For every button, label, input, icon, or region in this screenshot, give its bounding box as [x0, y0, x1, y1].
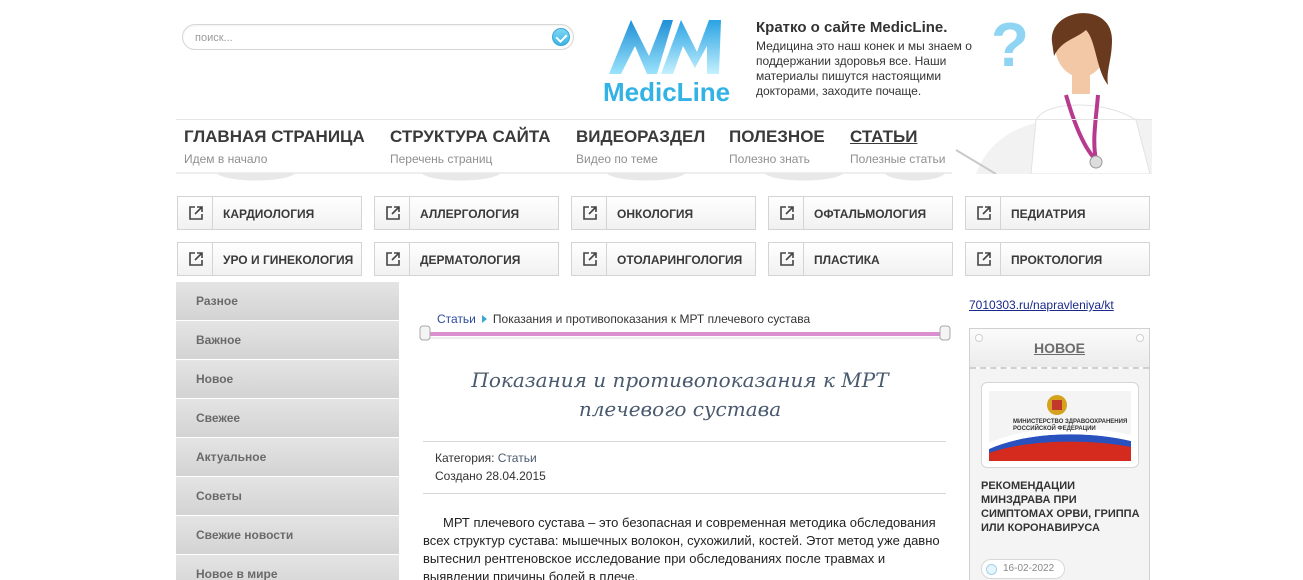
search-bar: [182, 24, 574, 50]
search-submit-icon[interactable]: [552, 28, 570, 46]
nav-structure-sub: Перечень страниц: [390, 152, 493, 166]
category-cardiology[interactable]: КАРДИОЛОГИЯ: [177, 196, 362, 230]
sidebar-item-label: Разное: [196, 294, 238, 308]
category-label: ПЛАСТИКА: [814, 253, 880, 267]
category-pediatrics[interactable]: ПЕДИАТРИЯ: [965, 196, 1150, 230]
category-otolaryngology[interactable]: ОТОЛАРИНГОЛОГИЯ: [571, 242, 756, 276]
external-link-icon: [178, 243, 213, 275]
sidebar-item-important[interactable]: Важное: [176, 321, 399, 360]
nav-useful-sub: Полезно знать: [729, 152, 810, 166]
sidebar-item-world-news[interactable]: Новое в мире: [176, 555, 399, 580]
nav-home-label: ГЛАВНАЯ СТРАНИЦА: [184, 127, 365, 146]
category-plastic[interactable]: ПЛАСТИКА: [768, 242, 953, 276]
category-proctology[interactable]: ПРОКТОЛОГИЯ: [965, 242, 1150, 276]
external-link-icon: [769, 197, 804, 229]
article-created: Создано 28.04.2015: [435, 469, 546, 483]
sidebar-item-fresh-news[interactable]: Свежие новости: [176, 516, 399, 555]
category-allergology[interactable]: АЛЛЕРГОЛОГИЯ: [374, 196, 559, 230]
nav-structure[interactable]: СТРУКТУРА САЙТА Перечень страниц: [390, 127, 550, 166]
decorative-slider: [419, 325, 951, 341]
category-label: УРО И ГИНЕКОЛОГИЯ: [223, 253, 354, 267]
article-body: МРТ плечевого сустава – это безопасная и…: [423, 515, 940, 580]
category-label: Категория:: [435, 451, 495, 465]
nav-structure-label: СТРУКТУРА САЙТА: [390, 127, 551, 146]
sidebar-item-label: Важное: [196, 333, 242, 347]
nav-articles-sub: Полезные статьи: [850, 152, 946, 166]
clock-icon: [986, 564, 997, 575]
external-link-icon: [769, 243, 804, 275]
nav-divider: [176, 119, 1152, 120]
nav-shadow: [176, 172, 952, 181]
search-input[interactable]: [195, 30, 535, 46]
news-header: НОВОЕ: [970, 329, 1149, 369]
news-widget: НОВОЕ МИНИСТЕРСТВО ЗДРАВООХРАНЕНИЯ РОССИ…: [969, 328, 1150, 580]
news-image[interactable]: МИНИСТЕРСТВО ЗДРАВООХРАНЕНИЯ РОССИЙСКОЙ …: [981, 382, 1139, 468]
category-dermatology[interactable]: ДЕРМАТОЛОГИЯ: [374, 242, 559, 276]
category-label: ПРОКТОЛОГИЯ: [1011, 253, 1103, 267]
news-date: 16-02-2022: [1003, 563, 1055, 574]
external-link-icon: [966, 243, 1001, 275]
sidebar-item-new[interactable]: Новое: [176, 360, 399, 399]
external-link-icon: [572, 243, 607, 275]
sidebar-item-label: Свежее: [196, 411, 241, 425]
news-date-badge: 16-02-2022: [981, 559, 1065, 579]
nav-video-sub: Видео по теме: [576, 152, 658, 166]
sidebar-item-label: Новое в мире: [196, 567, 278, 580]
article-category-row: Категория: Статьи: [435, 449, 946, 467]
external-link-icon: [572, 197, 607, 229]
category-uro-gynecology[interactable]: УРО И ГИНЕКОЛОГИЯ: [177, 242, 362, 276]
category-link[interactable]: Статьи: [498, 451, 537, 465]
site-logo[interactable]: MedicLine: [601, 16, 731, 107]
page: MedicLine Кратко о сайте MedicLine. Меди…: [176, 0, 1152, 580]
article-title: Показания и противопоказания к МРТ плече…: [471, 368, 889, 421]
doctor-illustration: [955, 13, 1152, 174]
category-oncology[interactable]: ОНКОЛОГИЯ: [571, 196, 756, 230]
category-label: ОНКОЛОГИЯ: [617, 207, 694, 221]
nav-articles[interactable]: СТАТЬИ Полезные статьи: [850, 127, 945, 166]
category-label: ОТОЛАРИНГОЛОГИЯ: [617, 253, 743, 267]
category-label: ОФТАЛЬМОЛОГИЯ: [814, 207, 927, 221]
nav-articles-label: СТАТЬИ: [850, 127, 918, 146]
category-label: ПЕДИАТРИЯ: [1011, 207, 1086, 221]
ministry-banner: МИНИСТЕРСТВО ЗДРАВООХРАНЕНИЯ РОССИЙСКОЙ …: [989, 391, 1131, 461]
sidebar-item-fresh[interactable]: Свежее: [176, 399, 399, 438]
nav-useful-label: ПОЛЕЗНОЕ: [729, 127, 825, 146]
external-link-icon: [966, 197, 1001, 229]
logo-m-icon: [609, 20, 721, 74]
category-ophthalmology[interactable]: ОФТАЛЬМОЛОГИЯ: [768, 196, 953, 230]
external-link-icon: [375, 243, 410, 275]
external-link[interactable]: 7010303.ru/napravleniya/kt: [969, 298, 1114, 312]
sidebar-item-label: Актуальное: [196, 450, 267, 464]
breadcrumb-arrow-icon: [481, 315, 487, 323]
sidebar-item-tips[interactable]: Советы: [176, 477, 399, 516]
sidebar-item-misc[interactable]: Разное: [176, 282, 399, 321]
nav-home[interactable]: ГЛАВНАЯ СТРАНИЦА Идем в начало: [184, 127, 365, 166]
ministry-caption: МИНИСТЕРСТВО ЗДРАВООХРАНЕНИЯ РОССИЙСКОЙ …: [1013, 419, 1128, 432]
news-title[interactable]: РЕКОМЕНДАЦИИ МИНЗДРАВА ПРИ СИМПТОМАХ ОРВ…: [981, 479, 1141, 535]
external-link-icon: [375, 197, 410, 229]
sidebar-item-label: Новое: [196, 372, 234, 386]
sidebar-item-actual[interactable]: Актуальное: [176, 438, 399, 477]
nav-useful[interactable]: ПОЛЕЗНОЕ Полезно знать: [729, 127, 825, 166]
sidebar-item-label: Свежие новости: [196, 528, 294, 542]
nav-video-label: ВИДЕОРАЗДЕЛ: [576, 127, 706, 146]
sidebar-item-label: Советы: [196, 489, 242, 503]
category-label: КАРДИОЛОГИЯ: [223, 207, 315, 221]
category-label: АЛЛЕРГОЛОГИЯ: [420, 207, 520, 221]
news-heading[interactable]: НОВОЕ: [970, 340, 1149, 356]
nav-video[interactable]: ВИДЕОРАЗДЕЛ Видео по теме: [576, 127, 705, 166]
external-link-icon: [178, 197, 213, 229]
nav-home-sub: Идем в начало: [184, 152, 268, 166]
left-sidebar: Разное Важное Новое Свежее Актуальное Со…: [176, 282, 399, 580]
category-label: ДЕРМАТОЛОГИЯ: [420, 253, 521, 267]
article-meta: Категория: Статьи Создано 28.04.2015: [423, 441, 946, 494]
logo-text: MedicLine: [603, 77, 731, 107]
